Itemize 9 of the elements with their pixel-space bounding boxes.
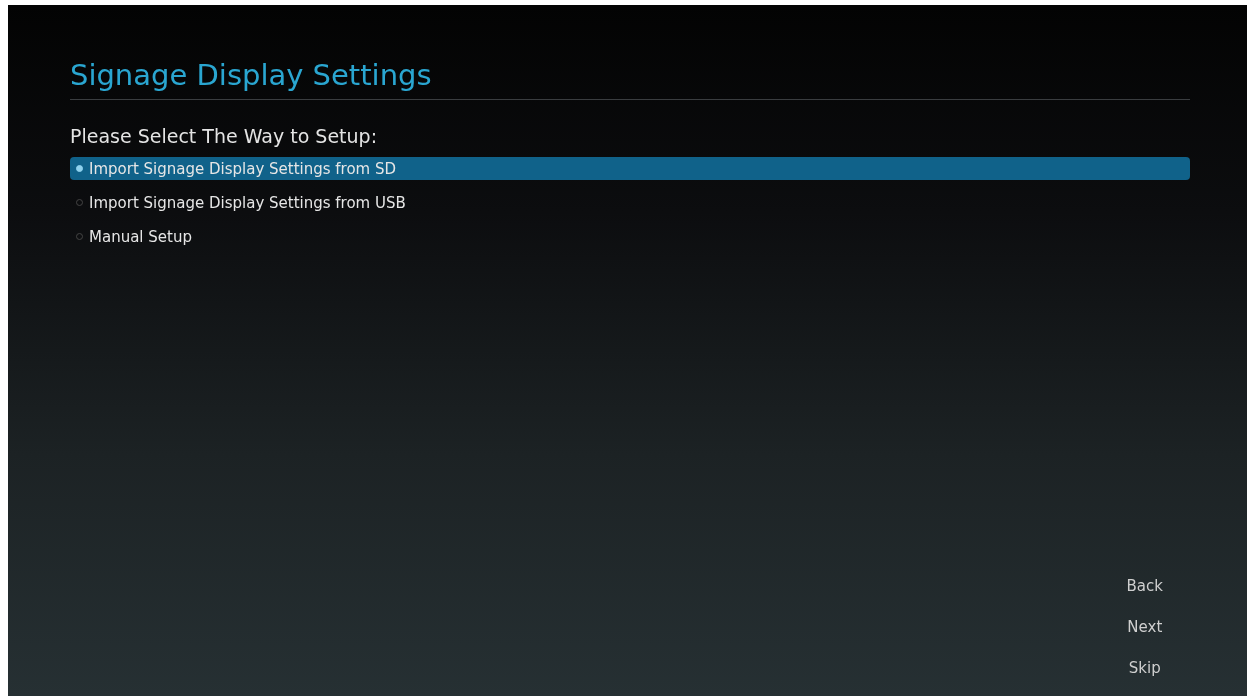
setup-option[interactable]: Manual Setup	[70, 225, 1190, 248]
radio-icon	[76, 165, 83, 172]
nav-button[interactable]: Back	[1122, 572, 1167, 600]
setup-option[interactable]: Import Signage Display Settings from SD	[70, 157, 1190, 180]
nav-button[interactable]: Next	[1123, 613, 1167, 641]
nav-button[interactable]: Skip	[1124, 654, 1165, 682]
prompt-text: Please Select The Way to Setup:	[70, 124, 379, 149]
setup-option[interactable]: Import Signage Display Settings from USB	[70, 191, 1190, 214]
page-title: Signage Display Settings	[70, 57, 433, 93]
